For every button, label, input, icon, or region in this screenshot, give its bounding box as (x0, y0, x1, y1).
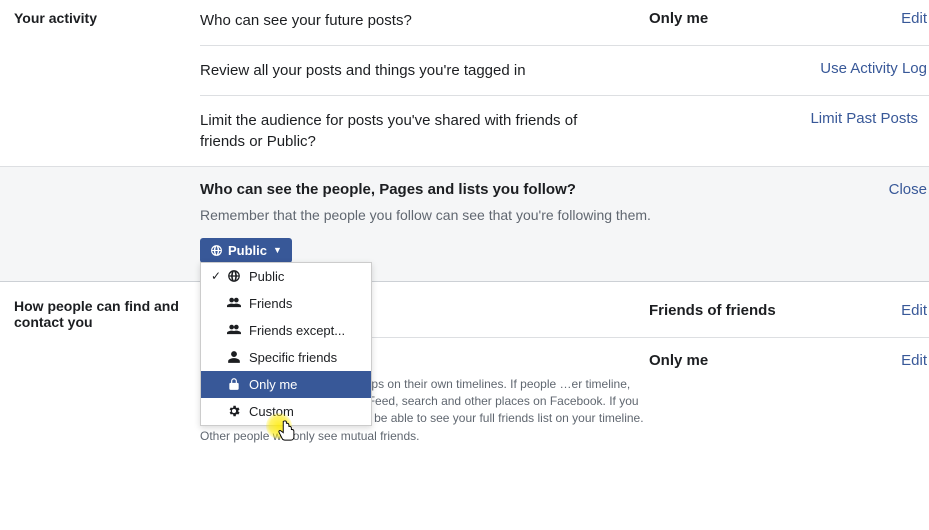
menu-item-only-me[interactable]: Only me (201, 371, 371, 398)
menu-item-friends-except[interactable]: Friends except... (201, 317, 371, 344)
audience-dropdown-button[interactable]: Public ▼ (200, 238, 292, 263)
edit-future-posts[interactable]: Edit (829, 10, 929, 27)
gear-icon (227, 404, 241, 418)
menu-label: Custom (249, 404, 294, 419)
subtext-following: Remember that the people you follow can … (200, 206, 660, 226)
value-friend-requests: Friends of friends (649, 302, 829, 319)
heading-following: Who can see the people, Pages and lists … (200, 181, 929, 198)
menu-item-friends[interactable]: Friends (201, 290, 371, 317)
check-icon: ✓ (211, 269, 223, 283)
menu-item-public[interactable]: ✓ Public (201, 263, 371, 290)
value-friends-list: Only me (649, 352, 829, 369)
globe-icon (210, 244, 223, 257)
edit-friends-list[interactable]: Edit (829, 352, 929, 369)
dropdown-label: Public (228, 243, 267, 258)
menu-item-custom[interactable]: Custom (201, 398, 371, 425)
globe-icon (227, 269, 241, 283)
label-future-posts: Who can see your future posts? (200, 10, 649, 31)
menu-label: Specific friends (249, 350, 337, 365)
link-limit-past[interactable]: Limit Past Posts (780, 110, 920, 127)
label-limit-past: Limit the audience for posts you've shar… (200, 110, 600, 152)
row-limit-past: Limit the audience for posts you've shar… (200, 96, 929, 166)
lock-icon (227, 377, 241, 391)
label-review-tagged: Review all your posts and things you're … (200, 60, 609, 81)
row-future-posts: Who can see your future posts? Only me E… (200, 0, 929, 46)
person-icon (227, 350, 241, 364)
link-activity-log[interactable]: Use Activity Log (789, 60, 929, 77)
menu-label: Friends except... (249, 323, 345, 338)
menu-label: Friends (249, 296, 292, 311)
section-label-activity: Your activity (0, 0, 200, 166)
expanded-following: Who can see the people, Pages and lists … (200, 167, 929, 281)
edit-friend-requests[interactable]: Edit (829, 302, 929, 319)
chevron-down-icon: ▼ (273, 245, 282, 255)
menu-label: Only me (249, 377, 297, 392)
friends-except-icon (227, 323, 241, 337)
section-label-contact: How people can find and contact you (0, 288, 200, 460)
row-review-tagged: Review all your posts and things you're … (200, 46, 929, 96)
friends-icon (227, 296, 241, 310)
menu-label: Public (249, 269, 284, 284)
value-future-posts: Only me (649, 10, 829, 27)
close-following[interactable]: Close (889, 181, 927, 198)
menu-item-specific-friends[interactable]: Specific friends (201, 344, 371, 371)
audience-menu: ✓ Public Friends Friends except (200, 262, 372, 426)
